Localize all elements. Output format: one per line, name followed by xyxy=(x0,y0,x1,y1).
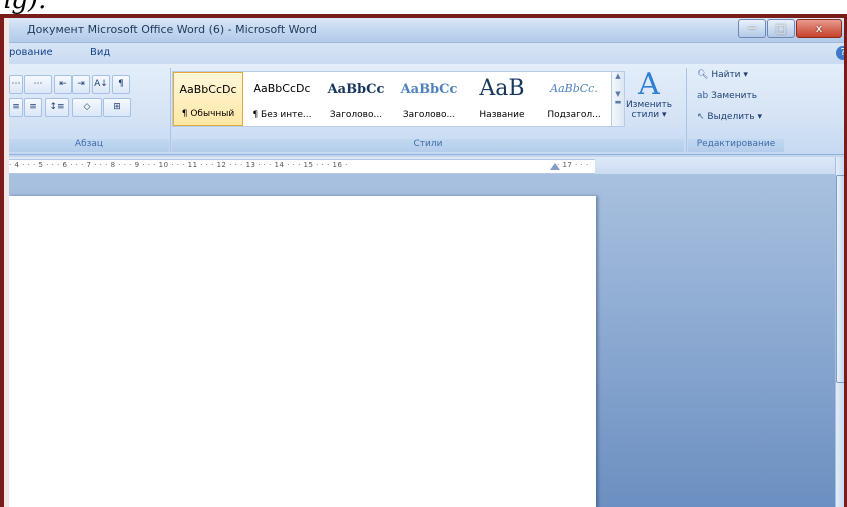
style-name: Название xyxy=(479,110,525,120)
align-right-button[interactable]: ≡ xyxy=(9,98,23,117)
style-name: Подзагол... xyxy=(547,110,601,120)
group-separator xyxy=(170,68,171,152)
document-workspace xyxy=(9,174,835,507)
maximize-icon: □ xyxy=(775,22,787,35)
ruler-numbers: · 4 · · · 5 · · · 6 · · · 7 · · · 8 · · … xyxy=(9,161,348,169)
justify-button[interactable]: ≡ xyxy=(24,98,42,117)
style-normal[interactable]: AaBbCcDc ¶ Обычный xyxy=(173,72,243,126)
tab-view[interactable]: Вид xyxy=(90,47,110,58)
style-sample: AaBbCc. xyxy=(550,82,598,95)
change-styles-icon: A xyxy=(638,67,660,102)
more-styles-icon: ▬ xyxy=(614,98,622,106)
scroll-down-icon: ▼ xyxy=(615,90,621,98)
help-icon[interactable]: ? xyxy=(836,46,844,60)
style-heading-1[interactable]: AaBbCc Заголово... xyxy=(321,72,391,126)
list-button[interactable]: ⋯ xyxy=(9,75,23,94)
replace-icon: ab xyxy=(697,91,709,101)
binoculars-icon: 🔍︎ xyxy=(697,70,709,80)
multilevel-list-button[interactable]: ⋯ xyxy=(24,75,52,94)
close-icon: x xyxy=(815,22,823,35)
style-name: Заголово... xyxy=(329,110,383,120)
line-spacing-button[interactable]: ↕≡ xyxy=(45,98,69,117)
caption-fragment: fig). xyxy=(0,0,46,14)
change-styles-button[interactable]: A Изменить стили ▾ xyxy=(624,67,674,121)
horizontal-ruler[interactable]: · 4 · · · 5 · · · 6 · · · 7 · · · 8 · · … xyxy=(9,157,835,174)
style-subtitle[interactable]: AaBbCc. Подзагол... xyxy=(539,72,609,126)
title-bar: Документ Microsoft Office Word (6) - Mic… xyxy=(9,18,844,43)
tab-review[interactable]: рование xyxy=(9,47,53,58)
find-label: Найти ▾ xyxy=(711,70,748,80)
increase-indent-button[interactable]: ⇥ xyxy=(72,75,90,94)
borders-button[interactable]: ⊞ xyxy=(103,98,131,117)
change-styles-label2: стили ▾ xyxy=(631,110,667,120)
style-no-spacing[interactable]: AaBbCcDc ¶ Без инте... xyxy=(245,72,319,126)
paragraph-label-text: Абзац xyxy=(74,139,104,149)
sort-button[interactable]: A↓ xyxy=(92,75,110,94)
style-sample: AaBbCc xyxy=(400,82,458,97)
styles-label-text: Стили xyxy=(413,139,443,149)
find-button[interactable]: 🔍︎ Найти ▾ xyxy=(697,70,748,80)
decrease-indent-button[interactable]: ⇤ xyxy=(54,75,72,94)
style-sample: AaBbCc xyxy=(327,82,385,97)
style-name: Заголово... xyxy=(402,110,456,120)
cursor-icon: ↖ xyxy=(697,112,705,122)
shading-button[interactable]: ◇ xyxy=(72,98,102,117)
close-button[interactable]: x xyxy=(796,19,842,38)
window-title: Документ Microsoft Office Word (6) - Mic… xyxy=(27,23,317,36)
replace-label: Заменить xyxy=(711,91,758,101)
maximize-button[interactable]: □ xyxy=(767,19,795,38)
style-name: ¶ Обычный xyxy=(181,109,235,119)
minimize-icon: ─ xyxy=(748,22,756,35)
change-styles-label1: Изменить xyxy=(625,100,673,110)
window-controls: ─ □ x xyxy=(737,19,842,38)
right-indent-marker[interactable] xyxy=(550,163,560,170)
ruler-strip: · 4 · · · 5 · · · 6 · · · 7 · · · 8 · · … xyxy=(9,159,595,174)
style-sample: AaBbCcDc xyxy=(179,83,237,96)
ribbon-tab-bar: рование Вид ? xyxy=(9,43,844,64)
group-separator xyxy=(686,68,687,152)
style-sample: AaB xyxy=(479,76,525,101)
editing-group-label: Редактирование xyxy=(688,139,784,152)
style-title[interactable]: AaB Название xyxy=(467,72,537,126)
caption-fragment-area: fig). xyxy=(0,0,847,14)
styles-scroll[interactable]: ▲ ▼ ▬ xyxy=(611,71,625,127)
scroll-up-icon: ▲ xyxy=(615,72,621,80)
select-label: Выделить ▾ xyxy=(707,112,762,122)
editing-label-text: Редактирование xyxy=(696,139,776,149)
paragraph-group-label: Абзац xyxy=(9,139,169,152)
style-sample: AaBbCcDc xyxy=(253,82,311,95)
word-window: Документ Microsoft Office Word (6) - Mic… xyxy=(9,18,844,507)
styles-group-label: Стили xyxy=(172,139,684,152)
minimize-button[interactable]: ─ xyxy=(738,19,766,38)
style-name: ¶ Без инте... xyxy=(252,110,312,120)
ribbon: ⋯ ⋯ ⇤ ⇥ A↓ ¶ ≡ ≡ ↕≡ ◇ ⊞ Абзац AaBbCcDc ¶… xyxy=(9,64,844,155)
scrollbar-thumb[interactable] xyxy=(836,175,844,383)
show-marks-button[interactable]: ¶ xyxy=(112,75,130,94)
replace-button[interactable]: ab Заменить xyxy=(697,91,757,101)
styles-gallery: AaBbCcDc ¶ Обычный AaBbCcDc ¶ Без инте..… xyxy=(172,71,612,127)
vertical-scrollbar[interactable] xyxy=(835,157,844,507)
ruler-tail: · 17 · · · xyxy=(557,161,589,169)
style-heading-2[interactable]: AaBbCc Заголово... xyxy=(393,72,465,126)
document-page[interactable] xyxy=(9,196,596,507)
select-button[interactable]: ↖ Выделить ▾ xyxy=(697,112,762,122)
